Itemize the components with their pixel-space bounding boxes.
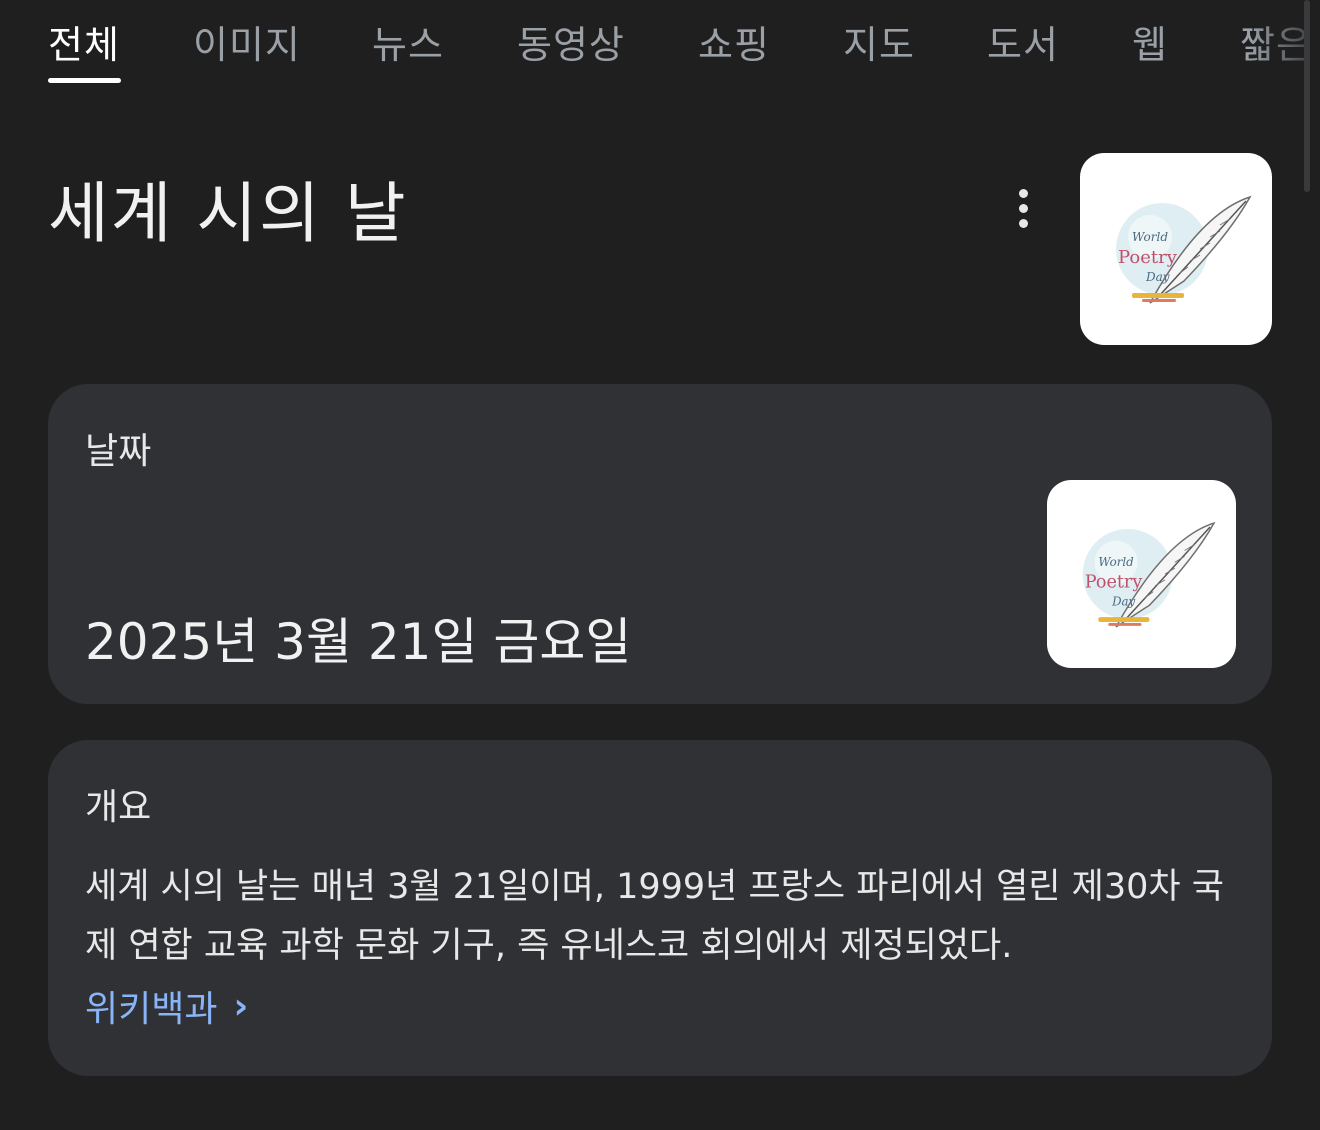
tab-all[interactable]: 전체	[48, 14, 120, 69]
date-value: 2025년 3월 21일 금요일	[85, 613, 632, 671]
wikipedia-link[interactable]: 위키백과 ›	[85, 980, 248, 1032]
image-script-text: World	[1132, 230, 1168, 244]
poetry-day-logo: World Poetry Day	[1082, 521, 1216, 628]
image-script-text-2: Day	[1145, 270, 1170, 284]
active-tab-indicator	[48, 78, 121, 83]
tab-maps[interactable]: 지도	[843, 14, 915, 69]
tab-shopping[interactable]: 쇼핑	[698, 14, 770, 69]
image-main-text: Poetry	[1085, 573, 1143, 593]
search-tabs: 전체 이미지 뉴스 동영상 쇼핑 지도 도서 웹 짧은	[0, 0, 1320, 84]
more-vertical-icon	[1018, 188, 1028, 198]
more-vertical-icon-dot	[1018, 203, 1028, 213]
tab-news[interactable]: 뉴스	[372, 14, 444, 69]
scrollbar[interactable]	[1304, 0, 1310, 192]
date-card-image[interactable]: World Poetry Day	[1047, 480, 1236, 668]
more-vertical-icon-dot	[1018, 218, 1028, 228]
overview-card: 개요 세계 시의 날는 매년 3월 21일이며, 1999년 프랑스 파리에서 …	[48, 740, 1272, 1076]
search-results-page: 전체 이미지 뉴스 동영상 쇼핑 지도 도서 웹 짧은 세계 시의 날 Worl…	[0, 0, 1320, 1130]
image-script-text-2: Day	[1111, 594, 1135, 608]
date-label: 날짜	[85, 431, 152, 472]
overview-text: 세계 시의 날는 매년 3월 21일이며, 1999년 프랑스 파리에서 열린 …	[85, 867, 1224, 966]
image-script-text: World	[1098, 555, 1134, 569]
image-main-text: Poetry	[1118, 247, 1178, 268]
poetry-day-image[interactable]: World Poetry Day	[1080, 153, 1272, 345]
tab-web[interactable]: 웹	[1132, 14, 1168, 69]
poetry-day-logo: World Poetry Day	[1116, 195, 1252, 304]
tab-videos[interactable]: 동영상	[517, 14, 625, 69]
tab-books[interactable]: 도서	[987, 14, 1059, 69]
overview-label: 개요	[85, 787, 152, 828]
wikipedia-link-label: 위키백과	[85, 989, 218, 1030]
page-title: 세계 시의 날	[48, 175, 408, 252]
chevron-right-icon: ›	[233, 985, 249, 1027]
tab-images[interactable]: 이미지	[193, 14, 301, 69]
more-options-button[interactable]	[1004, 180, 1042, 236]
